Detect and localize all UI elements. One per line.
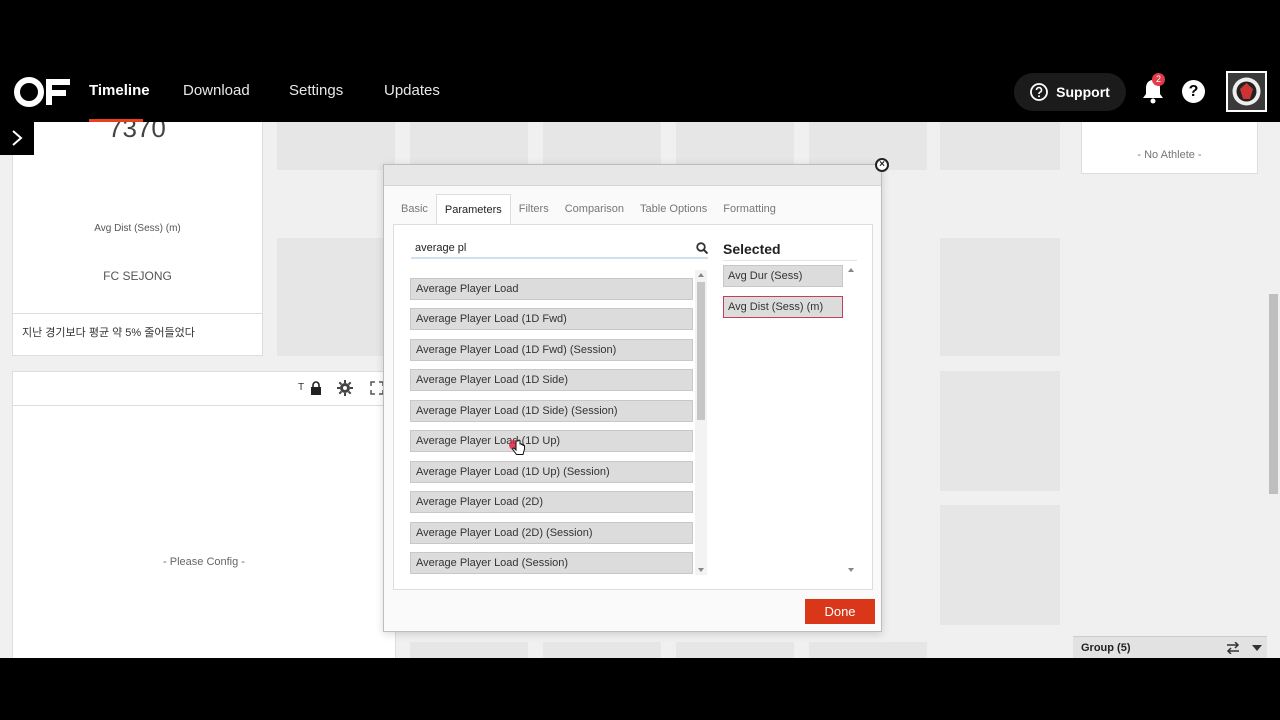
parameter-results-list: Average Player Load Average Player Load …	[410, 270, 708, 575]
no-athlete-text: - No Athlete -	[1137, 149, 1202, 161]
app-frame: Timeline Download Settings Updates Suppo…	[0, 0, 1280, 720]
support-label: Support	[1056, 84, 1110, 100]
dialog-header[interactable]	[384, 165, 881, 186]
catapult-logo-icon[interactable]	[13, 75, 71, 109]
notification-badge: 2	[1152, 73, 1165, 86]
results-scrollbar-thumb[interactable]	[697, 282, 705, 420]
grid-placeholder	[940, 505, 1060, 625]
page-scrollbar-thumb[interactable]	[1269, 294, 1278, 494]
parameters-panel: average pl Average Player Load Average P…	[393, 224, 873, 590]
grid-placeholder	[410, 642, 528, 658]
selected-item[interactable]: Avg Dist (Sess) (m)	[723, 296, 843, 318]
list-item[interactable]: Average Player Load (2D)	[410, 491, 693, 513]
nav-settings[interactable]: Settings	[289, 82, 343, 99]
list-item[interactable]: Average Player Load (1D Side) (Session)	[410, 400, 693, 422]
grid-placeholder	[277, 122, 395, 170]
list-item[interactable]: Average Player Load (1D Up) (Session)	[410, 461, 693, 483]
search-icon[interactable]	[696, 242, 708, 254]
list-item[interactable]: Average Player Load (1D Up)	[410, 430, 693, 452]
grid-placeholder	[940, 122, 1060, 170]
tab-formatting[interactable]: Formatting	[715, 194, 784, 224]
grid-placeholder	[277, 238, 395, 356]
hand-cursor-icon	[509, 439, 525, 455]
tab-comparison[interactable]: Comparison	[557, 194, 632, 224]
nav-updates[interactable]: Updates	[384, 82, 440, 99]
grid-placeholder	[940, 238, 1060, 356]
card-toolbar: T	[13, 372, 395, 406]
dialog-tabs: Basic Parameters Filters Comparison Tabl…	[393, 194, 784, 224]
selected-scrollbar[interactable]	[845, 265, 857, 575]
scroll-down-arrow-icon[interactable]	[698, 568, 704, 572]
close-icon[interactable]: ×	[875, 158, 889, 172]
athlete-list: - No Athlete -	[1081, 122, 1258, 174]
grid-placeholder	[410, 122, 528, 170]
question-circle-icon	[1030, 83, 1049, 101]
please-config-text: - Please Config -	[163, 556, 245, 568]
selected-parameters-list: Avg Dur (Sess) Avg Dist (Sess) (m)	[723, 265, 857, 575]
scroll-down-arrow-icon[interactable]	[848, 568, 854, 572]
group-label: Group (5)	[1081, 642, 1131, 654]
grid-placeholder	[543, 122, 661, 170]
group-bar[interactable]: Group (5)	[1073, 636, 1267, 658]
list-item[interactable]: Average Player Load (1D Fwd)	[410, 308, 693, 330]
expand-icon[interactable]	[370, 381, 384, 395]
scroll-up-arrow-icon[interactable]	[848, 268, 854, 272]
list-item[interactable]: Average Player Load (1D Fwd) (Session)	[410, 339, 693, 361]
tab-basic[interactable]: Basic	[393, 194, 436, 224]
grid-placeholder	[940, 371, 1060, 491]
caret-down-icon[interactable]	[1252, 645, 1262, 651]
done-button[interactable]: Done	[805, 599, 875, 624]
grid-placeholder	[676, 642, 794, 658]
nav-download[interactable]: Download	[183, 82, 250, 99]
grid-placeholder	[676, 122, 794, 170]
chevron-right-icon	[12, 130, 23, 146]
scroll-up-arrow-icon[interactable]	[698, 273, 704, 277]
selected-item[interactable]: Avg Dur (Sess)	[723, 265, 843, 287]
selected-heading: Selected	[723, 241, 781, 257]
card-footnote: 지난 경기보다 평균 약 5% 줄어들었다	[13, 313, 262, 347]
metric-card: 7370 Avg Dist (Sess) (m) FC SEJONG 지난 경기…	[12, 122, 263, 356]
grid-placeholder	[809, 122, 927, 170]
top-nav: Timeline Download Settings Updates Suppo…	[0, 62, 1280, 122]
list-item[interactable]: Average Player Load (1D Side)	[410, 369, 693, 391]
tab-filters[interactable]: Filters	[511, 194, 557, 224]
team-crest-icon	[1228, 73, 1265, 110]
nav-timeline[interactable]: Timeline	[89, 82, 150, 99]
tab-table-options[interactable]: Table Options	[632, 194, 715, 224]
lock-icon[interactable]	[310, 381, 322, 395]
user-avatar[interactable]	[1226, 71, 1267, 112]
list-item[interactable]: Average Player Load (2D) (Session)	[410, 522, 693, 544]
tab-parameters[interactable]: Parameters	[435, 194, 511, 224]
help-icon[interactable]: ?	[1182, 80, 1205, 103]
support-button[interactable]: Support	[1014, 73, 1126, 111]
metric-value: 7370	[108, 122, 166, 143]
selected-divider	[723, 260, 857, 261]
text-toggle[interactable]: T	[298, 382, 304, 393]
list-item[interactable]: Average Player Load (Session)	[410, 552, 693, 574]
list-item[interactable]: Average Player Load	[410, 278, 693, 300]
athlete-panel: - No Athlete - Group (5)	[1073, 122, 1267, 658]
swap-icon[interactable]	[1226, 642, 1240, 654]
page-scrollbar[interactable]	[1267, 122, 1280, 658]
sidebar-expand-button[interactable]	[0, 122, 34, 155]
gear-icon[interactable]	[337, 380, 353, 396]
grid-placeholder	[543, 642, 661, 658]
widget-config-dialog: Basic Parameters Filters Comparison Tabl…	[383, 164, 882, 632]
config-card: T - Please Config -	[12, 371, 396, 658]
grid-placeholder	[809, 642, 927, 658]
results-scrollbar[interactable]	[695, 270, 707, 575]
team-name: FC SEJONG	[103, 269, 172, 283]
parameter-search-input[interactable]: average pl	[411, 239, 708, 259]
metric-label: Avg Dist (Sess) (m)	[94, 223, 181, 234]
